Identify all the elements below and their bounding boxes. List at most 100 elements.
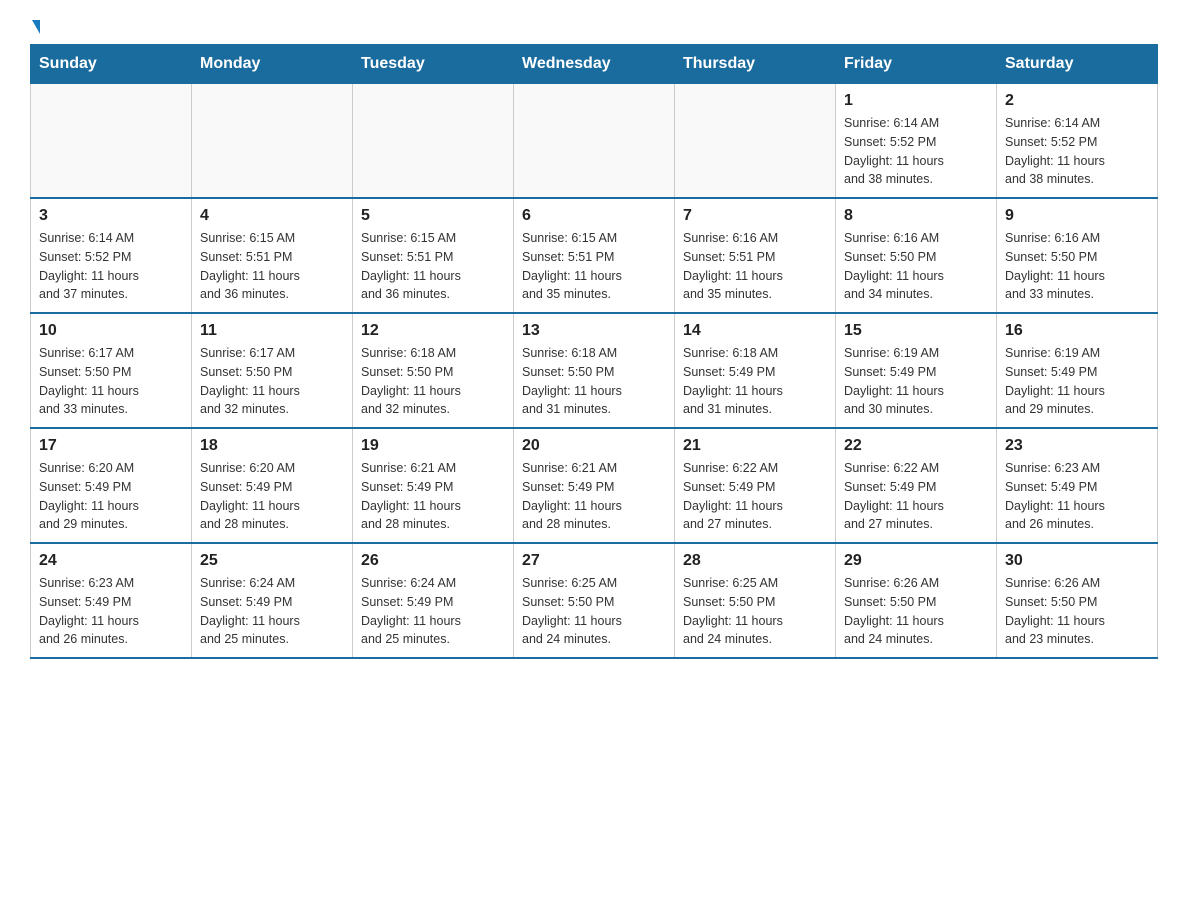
day-number: 10 bbox=[39, 322, 183, 340]
day-info: Sunrise: 6:19 AMSunset: 5:49 PMDaylight:… bbox=[844, 344, 988, 419]
day-number: 15 bbox=[844, 322, 988, 340]
weekday-header-friday: Friday bbox=[836, 45, 997, 84]
day-number: 9 bbox=[1005, 207, 1149, 225]
day-info: Sunrise: 6:14 AMSunset: 5:52 PMDaylight:… bbox=[39, 229, 183, 304]
day-number: 23 bbox=[1005, 437, 1149, 455]
calendar-cell: 8 Sunrise: 6:16 AMSunset: 5:50 PMDaylight… bbox=[836, 198, 997, 313]
calendar-cell: 26 Sunrise: 6:24 AMSunset: 5:49 PMDayligh… bbox=[353, 543, 514, 658]
day-number: 1 bbox=[844, 92, 988, 110]
calendar-week-row: 1 Sunrise: 6:14 AMSunset: 5:52 PMDaylight… bbox=[31, 84, 1158, 199]
day-info: Sunrise: 6:24 AMSunset: 5:49 PMDaylight:… bbox=[361, 574, 505, 649]
day-number: 4 bbox=[200, 207, 344, 225]
calendar-week-row: 17 Sunrise: 6:20 AMSunset: 5:49 PMDayligh… bbox=[31, 428, 1158, 543]
calendar-cell: 5 Sunrise: 6:15 AMSunset: 5:51 PMDaylight… bbox=[353, 198, 514, 313]
calendar-cell: 11 Sunrise: 6:17 AMSunset: 5:50 PMDayligh… bbox=[192, 313, 353, 428]
calendar-cell: 22 Sunrise: 6:22 AMSunset: 5:49 PMDayligh… bbox=[836, 428, 997, 543]
day-number: 20 bbox=[522, 437, 666, 455]
day-info: Sunrise: 6:23 AMSunset: 5:49 PMDaylight:… bbox=[1005, 459, 1149, 534]
day-number: 16 bbox=[1005, 322, 1149, 340]
weekday-header-saturday: Saturday bbox=[997, 45, 1158, 84]
calendar-cell: 20 Sunrise: 6:21 AMSunset: 5:49 PMDayligh… bbox=[514, 428, 675, 543]
calendar-cell: 21 Sunrise: 6:22 AMSunset: 5:49 PMDayligh… bbox=[675, 428, 836, 543]
day-info: Sunrise: 6:26 AMSunset: 5:50 PMDaylight:… bbox=[844, 574, 988, 649]
calendar-cell: 14 Sunrise: 6:18 AMSunset: 5:49 PMDayligh… bbox=[675, 313, 836, 428]
weekday-header-monday: Monday bbox=[192, 45, 353, 84]
day-number: 24 bbox=[39, 552, 183, 570]
day-number: 26 bbox=[361, 552, 505, 570]
day-number: 27 bbox=[522, 552, 666, 570]
calendar-cell bbox=[31, 84, 192, 199]
calendar-cell: 18 Sunrise: 6:20 AMSunset: 5:49 PMDayligh… bbox=[192, 428, 353, 543]
day-number: 18 bbox=[200, 437, 344, 455]
day-info: Sunrise: 6:25 AMSunset: 5:50 PMDaylight:… bbox=[522, 574, 666, 649]
calendar-cell: 24Sunrise: 6:23 AMSunset: 5:49 PMDayligh… bbox=[31, 543, 192, 658]
day-info: Sunrise: 6:20 AMSunset: 5:49 PMDaylight:… bbox=[200, 459, 344, 534]
day-number: 29 bbox=[844, 552, 988, 570]
day-info: Sunrise: 6:17 AMSunset: 5:50 PMDaylight:… bbox=[39, 344, 183, 419]
calendar-cell: 9 Sunrise: 6:16 AMSunset: 5:50 PMDaylight… bbox=[997, 198, 1158, 313]
day-number: 19 bbox=[361, 437, 505, 455]
calendar-cell: 12Sunrise: 6:18 AMSunset: 5:50 PMDayligh… bbox=[353, 313, 514, 428]
calendar-cell bbox=[353, 84, 514, 199]
day-number: 11 bbox=[200, 322, 344, 340]
day-info: Sunrise: 6:16 AMSunset: 5:50 PMDaylight:… bbox=[844, 229, 988, 304]
day-number: 22 bbox=[844, 437, 988, 455]
calendar-cell: 6 Sunrise: 6:15 AMSunset: 5:51 PMDaylight… bbox=[514, 198, 675, 313]
day-info: Sunrise: 6:17 AMSunset: 5:50 PMDaylight:… bbox=[200, 344, 344, 419]
weekday-header-tuesday: Tuesday bbox=[353, 45, 514, 84]
calendar-cell: 30 Sunrise: 6:26 AMSunset: 5:50 PMDayligh… bbox=[997, 543, 1158, 658]
calendar-week-row: 10 Sunrise: 6:17 AMSunset: 5:50 PMDayligh… bbox=[31, 313, 1158, 428]
day-number: 21 bbox=[683, 437, 827, 455]
calendar-cell: 7 Sunrise: 6:16 AMSunset: 5:51 PMDaylight… bbox=[675, 198, 836, 313]
weekday-header-thursday: Thursday bbox=[675, 45, 836, 84]
calendar-cell: 16Sunrise: 6:19 AMSunset: 5:49 PMDayligh… bbox=[997, 313, 1158, 428]
weekday-header-row: SundayMondayTuesdayWednesdayThursdayFrid… bbox=[31, 45, 1158, 84]
calendar-cell: 15 Sunrise: 6:19 AMSunset: 5:49 PMDayligh… bbox=[836, 313, 997, 428]
day-number: 13 bbox=[522, 322, 666, 340]
calendar-cell: 10 Sunrise: 6:17 AMSunset: 5:50 PMDayligh… bbox=[31, 313, 192, 428]
day-info: Sunrise: 6:16 AMSunset: 5:50 PMDaylight:… bbox=[1005, 229, 1149, 304]
calendar-cell: 1 Sunrise: 6:14 AMSunset: 5:52 PMDaylight… bbox=[836, 84, 997, 199]
day-info: Sunrise: 6:22 AMSunset: 5:49 PMDaylight:… bbox=[683, 459, 827, 534]
day-number: 3 bbox=[39, 207, 183, 225]
logo-arrow-icon bbox=[32, 20, 40, 34]
calendar-cell bbox=[514, 84, 675, 199]
day-info: Sunrise: 6:18 AMSunset: 5:49 PMDaylight:… bbox=[683, 344, 827, 419]
day-number: 30 bbox=[1005, 552, 1149, 570]
day-number: 12 bbox=[361, 322, 505, 340]
day-info: Sunrise: 6:15 AMSunset: 5:51 PMDaylight:… bbox=[361, 229, 505, 304]
calendar-cell: 28 Sunrise: 6:25 AMSunset: 5:50 PMDayligh… bbox=[675, 543, 836, 658]
day-number: 25 bbox=[200, 552, 344, 570]
weekday-header-wednesday: Wednesday bbox=[514, 45, 675, 84]
calendar-cell bbox=[675, 84, 836, 199]
day-info: Sunrise: 6:21 AMSunset: 5:49 PMDaylight:… bbox=[522, 459, 666, 534]
day-info: Sunrise: 6:14 AMSunset: 5:52 PMDaylight:… bbox=[1005, 114, 1149, 189]
day-info: Sunrise: 6:21 AMSunset: 5:49 PMDaylight:… bbox=[361, 459, 505, 534]
day-number: 28 bbox=[683, 552, 827, 570]
day-number: 17 bbox=[39, 437, 183, 455]
calendar-cell: 27 Sunrise: 6:25 AMSunset: 5:50 PMDayligh… bbox=[514, 543, 675, 658]
day-info: Sunrise: 6:22 AMSunset: 5:49 PMDaylight:… bbox=[844, 459, 988, 534]
day-number: 14 bbox=[683, 322, 827, 340]
calendar-cell: 23 Sunrise: 6:23 AMSunset: 5:49 PMDayligh… bbox=[997, 428, 1158, 543]
day-number: 6 bbox=[522, 207, 666, 225]
day-number: 8 bbox=[844, 207, 988, 225]
day-info: Sunrise: 6:16 AMSunset: 5:51 PMDaylight:… bbox=[683, 229, 827, 304]
calendar-week-row: 3 Sunrise: 6:14 AMSunset: 5:52 PMDaylight… bbox=[31, 198, 1158, 313]
day-info: Sunrise: 6:25 AMSunset: 5:50 PMDaylight:… bbox=[683, 574, 827, 649]
calendar-cell: 3 Sunrise: 6:14 AMSunset: 5:52 PMDaylight… bbox=[31, 198, 192, 313]
page-header bbox=[30, 20, 1158, 34]
day-info: Sunrise: 6:20 AMSunset: 5:49 PMDaylight:… bbox=[39, 459, 183, 534]
calendar-cell: 17 Sunrise: 6:20 AMSunset: 5:49 PMDayligh… bbox=[31, 428, 192, 543]
day-info: Sunrise: 6:18 AMSunset: 5:50 PMDaylight:… bbox=[522, 344, 666, 419]
day-info: Sunrise: 6:14 AMSunset: 5:52 PMDaylight:… bbox=[844, 114, 988, 189]
day-info: Sunrise: 6:26 AMSunset: 5:50 PMDaylight:… bbox=[1005, 574, 1149, 649]
calendar-cell: 19 Sunrise: 6:21 AMSunset: 5:49 PMDayligh… bbox=[353, 428, 514, 543]
calendar-cell: 25Sunrise: 6:24 AMSunset: 5:49 PMDayligh… bbox=[192, 543, 353, 658]
logo bbox=[30, 20, 40, 34]
weekday-header-sunday: Sunday bbox=[31, 45, 192, 84]
day-number: 5 bbox=[361, 207, 505, 225]
calendar-week-row: 24Sunrise: 6:23 AMSunset: 5:49 PMDayligh… bbox=[31, 543, 1158, 658]
day-info: Sunrise: 6:15 AMSunset: 5:51 PMDaylight:… bbox=[522, 229, 666, 304]
day-number: 7 bbox=[683, 207, 827, 225]
